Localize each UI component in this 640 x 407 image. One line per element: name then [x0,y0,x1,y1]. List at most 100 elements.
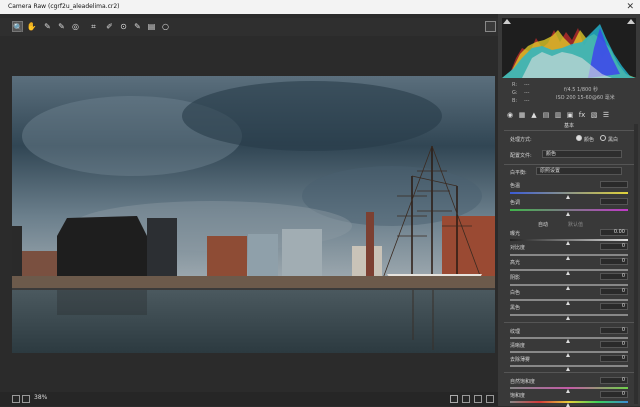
temp-thumb[interactable] [566,195,570,199]
blacks-thumb[interactable] [566,316,570,320]
temp-value[interactable] [600,181,628,188]
vibrance-label: 自然饱和度 [510,379,536,385]
vibrance-thumb[interactable] [566,389,570,393]
detail-tab-icon[interactable]: ▲ [530,111,538,119]
lens-tab-icon[interactable]: ▣ [566,111,574,119]
clarity-label: 清晰度 [510,343,526,349]
temp-slider[interactable] [510,192,628,194]
saturation-label: 饱和度 [510,393,526,399]
divider [504,164,634,165]
status-bar: 38% [0,392,498,406]
crop-tool-icon[interactable]: ⌗ [88,21,99,32]
dehaze-label: 去除薄雾 [510,357,531,363]
b-value: --- [524,98,530,104]
zoom-tool-icon[interactable]: 🔍 [12,21,23,32]
dehaze-value[interactable]: 0 [600,355,628,362]
exposure-info: f/4.5 1/800 秒 [564,87,598,93]
whites-label: 白色 [510,290,521,296]
r-label: R: [512,82,518,88]
divider [504,372,634,373]
treatment-label: 处理方式: [510,137,532,143]
clarity-thumb[interactable] [566,353,570,357]
histogram [502,18,636,78]
window-titlebar: Camera Raw (cgrf2u_aleadelima.cr2) ✕ [0,0,640,14]
exposure-thumb[interactable] [566,241,570,245]
shadows-label: 阴影 [510,275,521,281]
highlights-label: 高光 [510,260,521,266]
vibrance-value[interactable]: 0 [600,377,628,384]
texture-label: 纹理 [510,329,521,335]
profile-label: 配置文件: [510,153,532,159]
zoom-out-icon[interactable] [12,395,20,403]
wb-select[interactable]: 原照设置 [536,167,622,175]
divider [504,322,634,323]
tint-thumb[interactable] [566,212,570,216]
default-button[interactable]: 默认值 [568,221,583,228]
zoom-in-icon[interactable] [22,395,30,403]
preview-canvas [0,36,498,392]
treatment-bw-radio[interactable] [600,135,606,141]
brush-tool-icon[interactable]: ✎ [132,21,143,32]
white-balance-tool-icon[interactable]: ✎ [42,21,53,32]
red-eye-tool-icon[interactable]: ⊙ [118,21,129,32]
highlights-thumb[interactable] [566,271,570,275]
texture-thumb[interactable] [566,339,570,343]
tint-label: 色调 [510,200,521,206]
zoom-level[interactable]: 38% [34,394,47,401]
preferences-icon[interactable] [486,395,494,403]
g-value: --- [524,90,530,96]
window-title: Camera Raw (cgrf2u_aleadelima.cr2) [8,3,120,10]
treatment-color-radio[interactable] [576,135,582,141]
presets-tab-icon[interactable]: ☰ [602,111,610,119]
b-label: B: [512,98,518,104]
effects-tab-icon[interactable]: fx [578,111,586,119]
contrast-value[interactable]: 0 [600,243,628,250]
split-toning-tab-icon[interactable]: ▥ [554,111,562,119]
fullscreen-toggle[interactable] [485,21,496,32]
calibration-tab-icon[interactable]: ▧ [590,111,598,119]
contrast-label: 对比度 [510,245,526,251]
blacks-value[interactable]: 0 [600,303,628,310]
lens-info: ISO 200 15-60@60 毫米 [556,95,615,101]
basic-tab-icon[interactable]: ◉ [506,111,514,119]
photo-preview [12,76,495,353]
exposure-label: 曝光 [510,231,521,237]
whites-value[interactable]: 0 [600,288,628,295]
saturation-thumb[interactable] [566,403,570,407]
hand-tool-icon[interactable]: ✋ [26,21,37,32]
shadows-thumb[interactable] [566,286,570,290]
graduated-filter-icon[interactable]: ▤ [146,21,157,32]
radial-filter-icon[interactable]: ○ [160,21,171,32]
contrast-thumb[interactable] [566,256,570,260]
dehaze-thumb[interactable] [566,367,570,371]
tone-curve-tab-icon[interactable]: ▦ [518,111,526,119]
spot-removal-tool-icon[interactable]: ✐ [104,21,115,32]
tint-slider[interactable] [510,209,628,211]
color-sampler-tool-icon[interactable]: ✎ [56,21,67,32]
hsl-tab-icon[interactable]: ▤ [542,111,550,119]
copy-settings-icon[interactable] [474,395,482,403]
targeted-adjust-tool-icon[interactable]: ◎ [70,21,81,32]
whites-thumb[interactable] [566,301,570,305]
saturation-value[interactable]: 0 [600,391,628,398]
wb-label: 白平衡: [510,170,527,176]
panel-scrollbar[interactable] [634,124,638,404]
exposure-value[interactable]: 0.00 [600,229,628,236]
treatment-bw-label: 黑白 [608,137,619,143]
before-after-icon[interactable] [450,395,458,403]
temp-label: 色温 [510,183,521,189]
profile-select[interactable]: 颜色 [542,150,622,158]
adjustment-panel: R: --- G: --- B: --- f/4.5 1/800 秒 ISO 2… [498,14,640,407]
clarity-value[interactable]: 0 [600,341,628,348]
texture-value[interactable]: 0 [600,327,628,334]
auto-button[interactable]: 自动 [538,221,548,228]
highlights-value[interactable]: 0 [600,258,628,265]
r-value: --- [524,82,530,88]
swap-icon[interactable] [462,395,470,403]
shadows-value[interactable]: 0 [600,273,628,280]
panel-tabs: ◉ ▦ ▲ ▤ ▥ ▣ fx ▧ ☰ [502,111,636,121]
close-icon[interactable]: ✕ [626,0,634,14]
blacks-label: 黑色 [510,305,521,311]
tint-value[interactable] [600,198,628,205]
tool-bar: 🔍 ✋ ✎ ✎ ◎ ⌗ ✐ ⊙ ✎ ▤ ○ [0,18,498,36]
